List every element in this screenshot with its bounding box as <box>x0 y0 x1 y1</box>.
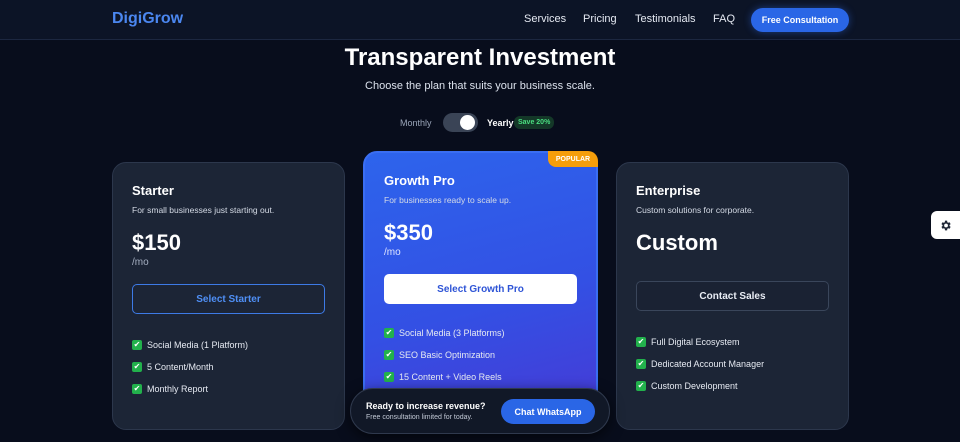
feature-item: ✔ Custom Development <box>636 375 836 397</box>
nav-link-faq[interactable]: FAQ <box>713 13 735 25</box>
feature-list: ✔ Full Digital Ecosystem ✔ Dedicated Accou… <box>636 331 836 397</box>
popular-badge: POPULAR <box>548 151 598 167</box>
feature-text: 15 Content + Video Reels <box>399 372 502 382</box>
contact-sales-button[interactable]: Contact Sales <box>636 281 829 311</box>
feature-item: ✔ Dedicated Account Manager <box>636 353 836 375</box>
plan-description: For small businesses just starting out. <box>132 205 275 215</box>
feature-text: SEO Basic Optimization <box>399 350 496 360</box>
feature-item: ✔ Monthly Report <box>132 378 332 400</box>
feature-item: ✔ Full Digital Ecosystem <box>636 331 836 353</box>
floating-cta-subtitle: Free consultation limited for today. <box>366 414 473 421</box>
check-icon: ✔ <box>384 372 394 382</box>
plan-price: Custom <box>636 230 718 255</box>
feature-text: Custom Development <box>651 381 738 391</box>
free-consultation-button[interactable]: Free Consultation <box>751 8 849 32</box>
plan-name: Enterprise <box>636 183 701 198</box>
check-icon: ✔ <box>636 337 646 347</box>
billing-toggle-switch[interactable] <box>443 113 478 132</box>
plan-name: Growth Pro <box>384 173 455 188</box>
feature-item: ✔ Social Media (1 Platform) <box>132 334 332 356</box>
nav-link-testimonials[interactable]: Testimonials <box>635 13 696 25</box>
floating-cta-title: Ready to increase revenue? <box>366 401 486 411</box>
feature-item: ✔ 5 Content/Month <box>132 356 332 378</box>
feature-text: Social Media (1 Platform) <box>147 340 249 350</box>
nav-link-services[interactable]: Services <box>524 13 566 25</box>
page-title: Transparent Investment <box>344 44 616 71</box>
select-growth-pro-button[interactable]: Select Growth Pro <box>384 274 577 304</box>
plan-price: $150 <box>132 230 181 255</box>
chat-whatsapp-button[interactable]: Chat WhatsApp <box>501 399 595 424</box>
billing-toggle-row: Monthly Yearly Save 20% <box>0 112 960 134</box>
check-icon: ✔ <box>636 381 646 391</box>
check-icon: ✔ <box>636 359 646 369</box>
check-icon: ✔ <box>384 328 394 338</box>
save-badge: Save 20% <box>514 116 555 129</box>
gear-icon <box>941 220 951 230</box>
feature-item: ✔ Social Media (3 Platforms) <box>384 322 584 344</box>
check-icon: ✔ <box>132 384 142 394</box>
feature-text: Full Digital Ecosystem <box>651 337 740 347</box>
feature-item: ✔ SEO Basic Optimization <box>384 344 584 366</box>
plan-name: Starter <box>132 183 174 198</box>
floating-cta-bar: Ready to increase revenue? Free consulta… <box>350 388 610 434</box>
feature-item: ✔ 15 Content + Video Reels <box>384 366 584 388</box>
plan-card-starter: Starter For small businesses just starti… <box>112 162 345 430</box>
plan-card-enterprise: Enterprise Custom solutions for corporat… <box>616 162 849 430</box>
select-starter-button[interactable]: Select Starter <box>132 284 325 314</box>
monthly-label[interactable]: Monthly <box>400 118 432 128</box>
plan-description: For businesses ready to scale up. <box>384 195 512 205</box>
plan-price: $350 <box>384 220 433 245</box>
plan-description: Custom solutions for corporate. <box>636 205 755 215</box>
feature-text: Monthly Report <box>147 384 209 394</box>
check-icon: ✔ <box>384 350 394 360</box>
plan-period: /mo <box>132 257 149 268</box>
check-icon: ✔ <box>132 362 142 372</box>
feature-text: Social Media (3 Platforms) <box>399 328 505 338</box>
navbar: DigiGrow Services Pricing Testimonials F… <box>0 0 960 40</box>
yearly-label[interactable]: Yearly <box>487 118 514 128</box>
feature-text: Dedicated Account Manager <box>651 359 765 369</box>
feature-list: ✔ Social Media (3 Platforms) ✔ SEO Basic O… <box>384 322 584 388</box>
check-icon: ✔ <box>132 340 142 350</box>
toggle-knob <box>460 115 475 130</box>
page-subtitle: Choose the plan that suits your business… <box>365 80 595 92</box>
nav-link-pricing[interactable]: Pricing <box>583 13 617 25</box>
feature-list: ✔ Social Media (1 Platform) ✔ 5 Content/Mo… <box>132 334 332 400</box>
settings-tab[interactable] <box>931 211 960 239</box>
plan-period: /mo <box>384 247 401 258</box>
feature-text: 5 Content/Month <box>147 362 214 372</box>
